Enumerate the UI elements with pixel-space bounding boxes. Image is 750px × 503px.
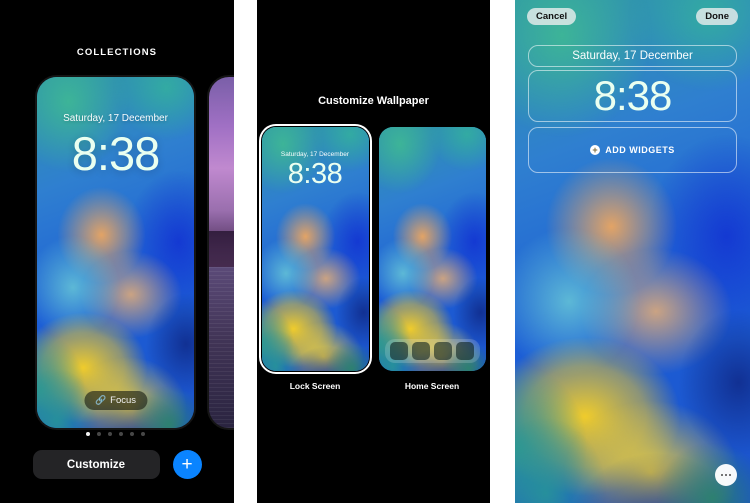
- lock-preview-time: 8:38: [287, 158, 343, 190]
- lock-screen-time: 8:38: [71, 127, 160, 180]
- widgets-field[interactable]: + ADD WIDGETS: [528, 127, 737, 173]
- dock-app-icon[interactable]: [390, 342, 409, 360]
- dock-app-icon[interactable]: [455, 342, 474, 360]
- panel-collections: COLLECTIONS Saturday, 17 December 8:38 🔗…: [0, 0, 234, 503]
- lock-screen-column: Saturday, 17 December 8:38 Lock Screen: [258, 124, 372, 391]
- time-field[interactable]: 8:38: [528, 70, 737, 122]
- page-dot-4[interactable]: [119, 432, 123, 436]
- time-field-value: 8:38: [593, 72, 673, 119]
- more-options-button[interactable]: [715, 464, 737, 486]
- ellipsis-icon: [720, 473, 724, 477]
- link-icon: 🔗: [94, 395, 107, 405]
- lock-screen-preview[interactable]: Saturday, 17 December 8:38: [258, 124, 372, 374]
- city-skyline: [209, 231, 234, 267]
- editor-nav-bar: Cancel Done: [515, 8, 750, 25]
- bottom-action-bar: Customize +: [0, 450, 234, 479]
- add-widgets-label: ADD WIDGETS: [605, 145, 675, 155]
- date-field[interactable]: Saturday, 17 December: [528, 45, 737, 67]
- page-dot-5[interactable]: [130, 432, 134, 436]
- add-wallpaper-button[interactable]: +: [172, 450, 202, 479]
- city-wallpaper: [209, 77, 234, 428]
- customize-wallpaper-title: Customize Wallpaper: [318, 95, 429, 107]
- customize-button[interactable]: Customize: [32, 450, 160, 479]
- lock-preview-date: Saturday, 17 December: [280, 151, 350, 158]
- city-water: [209, 266, 234, 428]
- screenshot-stage: COLLECTIONS Saturday, 17 December 8:38 🔗…: [0, 0, 750, 503]
- swirl-wallpaper: [378, 127, 486, 371]
- add-widgets-button[interactable]: + ADD WIDGETS: [590, 145, 675, 155]
- dock-app-icon[interactable]: [433, 342, 452, 360]
- ellipsis-icon: [724, 473, 728, 477]
- home-screen-column: Home Screen: [378, 127, 486, 391]
- page-indicator[interactable]: [35, 432, 196, 436]
- collections-title: COLLECTIONS: [76, 47, 158, 58]
- page-dot-1[interactable]: [86, 432, 90, 436]
- focus-pill[interactable]: 🔗 Focus: [83, 391, 148, 410]
- lock-screen-date: Saturday, 17 December: [63, 113, 168, 124]
- date-field-value: Saturday, 17 December: [572, 50, 693, 62]
- panel-lock-screen-editor: Cancel Done Saturday, 17 December 8:38 +…: [515, 0, 750, 503]
- dock-app-icon[interactable]: [412, 342, 431, 360]
- wallpaper-card-main[interactable]: Saturday, 17 December 8:38 🔗 Focus: [35, 75, 196, 430]
- ellipsis-icon: [728, 473, 732, 477]
- home-screen-label: Home Screen: [404, 381, 460, 391]
- home-screen-dock: [384, 339, 480, 363]
- home-screen-preview[interactable]: [378, 127, 486, 371]
- page-dot-3[interactable]: [108, 432, 112, 436]
- cancel-button[interactable]: Cancel: [527, 8, 577, 25]
- panel-customize-wallpaper: Customize Wallpaper Saturday, 17 Decembe…: [257, 0, 490, 503]
- lock-screen-label: Lock Screen: [289, 381, 341, 391]
- plus-circle-icon: +: [590, 145, 601, 155]
- done-button[interactable]: Done: [696, 8, 738, 25]
- screen-preview-pair: Saturday, 17 December 8:38 Lock Screen H…: [257, 124, 490, 391]
- focus-label: Focus: [110, 395, 137, 406]
- wallpaper-card-next[interactable]: [207, 75, 234, 430]
- page-dot-6[interactable]: [141, 432, 145, 436]
- page-dot-2[interactable]: [97, 432, 101, 436]
